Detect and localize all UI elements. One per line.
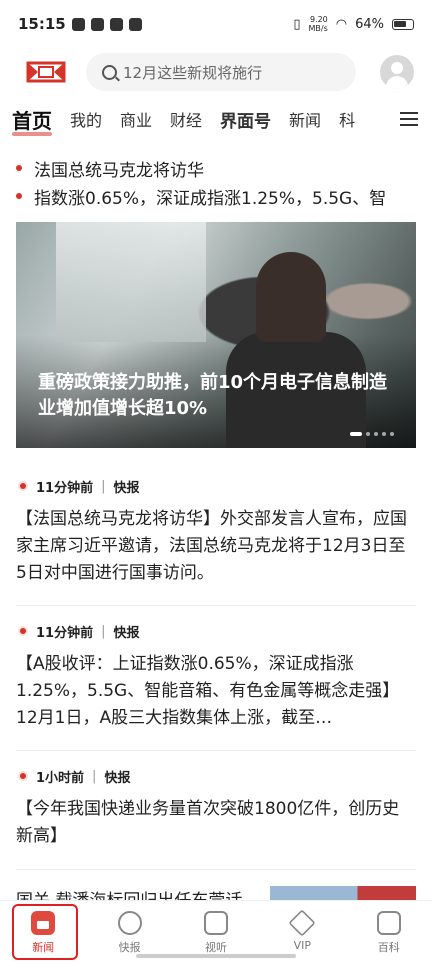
- ticker-dot-icon: [16, 193, 22, 199]
- app-logo-icon[interactable]: [26, 59, 66, 85]
- meta-divider: |: [92, 768, 97, 784]
- ticker-item[interactable]: 法国总统马克龙将访华: [0, 153, 432, 183]
- news-text: 【法国总统马克龙将访华】外交部发言人宣布，应国家主席习近平邀请，法国总统马克龙将…: [16, 509, 407, 583]
- tab-finance[interactable]: 财经: [170, 107, 202, 131]
- message-notification-icon: [128, 17, 142, 31]
- lightning-icon: [117, 911, 142, 935]
- nav-label: 视听: [204, 941, 227, 954]
- hero-banner[interactable]: 重磅政策接力助推，前10个月电子信息制造业增加值增长超10%: [16, 222, 416, 448]
- battery-level: 64%: [355, 16, 384, 32]
- search-icon: [102, 64, 117, 80]
- battery-icon: [392, 18, 414, 30]
- news-text: 【A股收评：上证指数涨0.65%，深证成指涨1.25%，5.5G、智能音箱、有色…: [16, 654, 400, 728]
- video-icon: [203, 911, 228, 935]
- news-item[interactable]: 11分钟前 | 快报 【法国总统马克龙将访华】外交部发言人宣布，应国家主席习近平…: [16, 476, 416, 606]
- status-time: 15:15: [18, 15, 66, 33]
- nav-wiki[interactable]: 百科: [359, 911, 419, 955]
- banner-photo-machine: [56, 222, 206, 342]
- search-placeholder: 12月这些新规将施行: [123, 63, 263, 82]
- selected-nav-highlight: [12, 904, 78, 960]
- channel-tabs: 首页 我的 商业 财经 界面号 新闻 科: [0, 96, 432, 142]
- home-indicator[interactable]: [136, 954, 296, 958]
- news-meta: 1小时前 | 快报: [16, 766, 416, 786]
- diamond-icon: [288, 909, 316, 937]
- ticker-text: 法国总统马克龙将访华: [34, 160, 204, 181]
- nav-vip[interactable]: VIP: [272, 909, 332, 952]
- crown-notification-icon: [109, 17, 123, 31]
- status-left: 15:15: [18, 15, 142, 33]
- book-icon: [376, 911, 401, 935]
- banner-title: 重磅政策接力助推，前10个月电子信息制造业增加值增长超10%: [38, 372, 388, 419]
- ticker-item[interactable]: 指数涨0.65%，深证成指涨1.25%，5.5G、智: [0, 181, 432, 211]
- ticker-dot-icon: [16, 165, 22, 171]
- meta-divider: |: [101, 478, 106, 494]
- news-tag: 快报: [104, 770, 131, 786]
- avatar[interactable]: [380, 55, 414, 89]
- net-speed: 9.20 MB/s: [308, 15, 327, 33]
- tab-tech[interactable]: 科: [339, 107, 355, 131]
- news-meta: 11分钟前 | 快报: [16, 476, 416, 496]
- nav-flash[interactable]: 快报: [100, 911, 160, 955]
- channel-menu-icon[interactable]: [400, 112, 418, 126]
- live-dot-icon: [20, 483, 26, 489]
- news-time: 1小时前: [36, 770, 85, 786]
- banner-photo-worker-head: [256, 252, 326, 342]
- tab-business[interactable]: 商业: [120, 107, 152, 131]
- play-notification-icon: [90, 17, 104, 31]
- search-bar[interactable]: 12月这些新规将施行: [86, 53, 356, 91]
- live-dot-icon: [20, 773, 26, 779]
- wifi-icon: ◠: [335, 16, 348, 32]
- news-tag: 快报: [113, 625, 140, 641]
- tab-mine[interactable]: 我的: [70, 107, 102, 131]
- vibrate-icon: ▯: [293, 16, 301, 32]
- meta-divider: |: [101, 623, 106, 639]
- status-right: ▯ 9.20 MB/s ◠ 64%: [293, 15, 414, 33]
- news-tag: 快报: [113, 480, 140, 496]
- news-time: 11分钟前: [36, 625, 94, 641]
- tab-jiemian-hao[interactable]: 界面号: [220, 107, 271, 132]
- nav-label: 快报: [118, 941, 141, 954]
- news-meta: 11分钟前 | 快报: [16, 621, 416, 641]
- net-speed-value: 9.20: [309, 15, 328, 24]
- status-bar: 15:15 ▯ 9.20 MB/s ◠ 64%: [0, 0, 432, 48]
- news-item[interactable]: 1小时前 | 快报 【今年我国快递业务量首次突破1800亿件，创历史新高】: [16, 766, 416, 870]
- tab-home[interactable]: 首页: [12, 105, 52, 136]
- nav-video[interactable]: 视听: [186, 911, 246, 955]
- tab-fade: [372, 96, 402, 142]
- news-time: 11分钟前: [36, 480, 94, 496]
- tab-news[interactable]: 新闻: [289, 107, 321, 131]
- live-dot-icon: [20, 628, 26, 634]
- carousel-indicator: [350, 432, 394, 436]
- net-speed-unit: MB/s: [308, 24, 328, 33]
- ticker-text: 指数涨0.65%，深证成指涨1.25%，5.5G、智: [34, 188, 387, 209]
- app-notification-icon: [71, 17, 85, 31]
- news-text: 【今年我国快递业务量首次突破1800亿件，创历史新高】: [16, 799, 400, 846]
- nav-label: VIP: [293, 939, 312, 952]
- nav-label: 百科: [377, 941, 400, 954]
- header: 12月这些新规将施行: [0, 48, 432, 96]
- news-item[interactable]: 11分钟前 | 快报 【A股收评：上证指数涨0.65%，深证成指涨1.25%，5…: [16, 621, 416, 751]
